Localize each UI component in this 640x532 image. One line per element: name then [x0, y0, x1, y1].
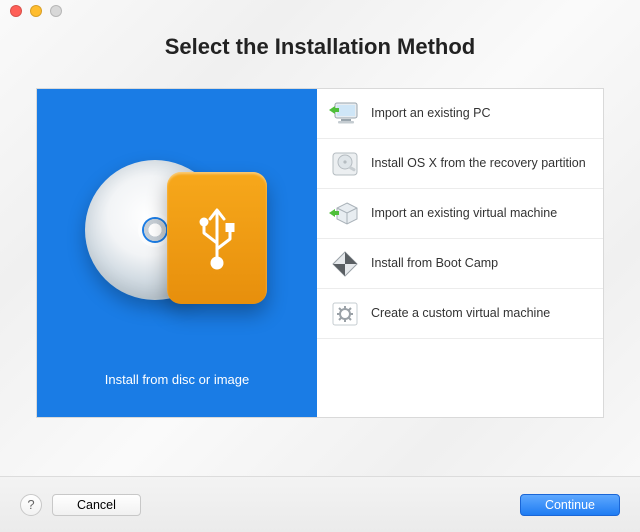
- usb-trident-icon: [196, 203, 238, 273]
- page-title: Select the Installation Method: [0, 34, 640, 60]
- window-minimize-button[interactable]: [30, 5, 42, 17]
- bootcamp-icon: [329, 250, 361, 278]
- option-label: Import an existing virtual machine: [371, 206, 557, 222]
- hero-illustration: [77, 148, 277, 318]
- options-list: Import an existing PC Install OS X from …: [317, 89, 603, 417]
- help-button[interactable]: ?: [20, 494, 42, 516]
- option-import-pc[interactable]: Import an existing PC: [317, 89, 603, 139]
- help-icon: ?: [27, 497, 34, 512]
- option-custom-vm[interactable]: Create a custom virtual machine: [317, 289, 603, 339]
- method-panel: Install from disc or image Import an exi…: [36, 88, 604, 418]
- window-titlebar: [0, 0, 640, 22]
- hero-install-disc-image[interactable]: Install from disc or image: [37, 89, 317, 417]
- page-header: Select the Installation Method: [0, 22, 640, 88]
- cancel-button[interactable]: Cancel: [52, 494, 141, 516]
- option-import-vm[interactable]: Import an existing virtual machine: [317, 189, 603, 239]
- option-label: Install OS X from the recovery partition: [371, 156, 586, 172]
- hero-label: Install from disc or image: [105, 372, 250, 387]
- option-label: Install from Boot Camp: [371, 256, 498, 272]
- gear-frame-icon: [329, 300, 361, 328]
- option-label: Import an existing PC: [371, 106, 491, 122]
- harddrive-icon: [329, 150, 361, 178]
- installer-window: Select the Installation Method: [0, 0, 640, 532]
- option-boot-camp[interactable]: Install from Boot Camp: [317, 239, 603, 289]
- footer-bar: ? Cancel Continue: [0, 476, 640, 532]
- option-label: Create a custom virtual machine: [371, 306, 550, 322]
- continue-button[interactable]: Continue: [520, 494, 620, 516]
- window-close-button[interactable]: [10, 5, 22, 17]
- option-install-recovery[interactable]: Install OS X from the recovery partition: [317, 139, 603, 189]
- monitor-arrow-icon: [329, 100, 361, 128]
- cube-arrow-icon: [329, 200, 361, 228]
- usb-drive-icon: [167, 172, 267, 304]
- window-zoom-button: [50, 5, 62, 17]
